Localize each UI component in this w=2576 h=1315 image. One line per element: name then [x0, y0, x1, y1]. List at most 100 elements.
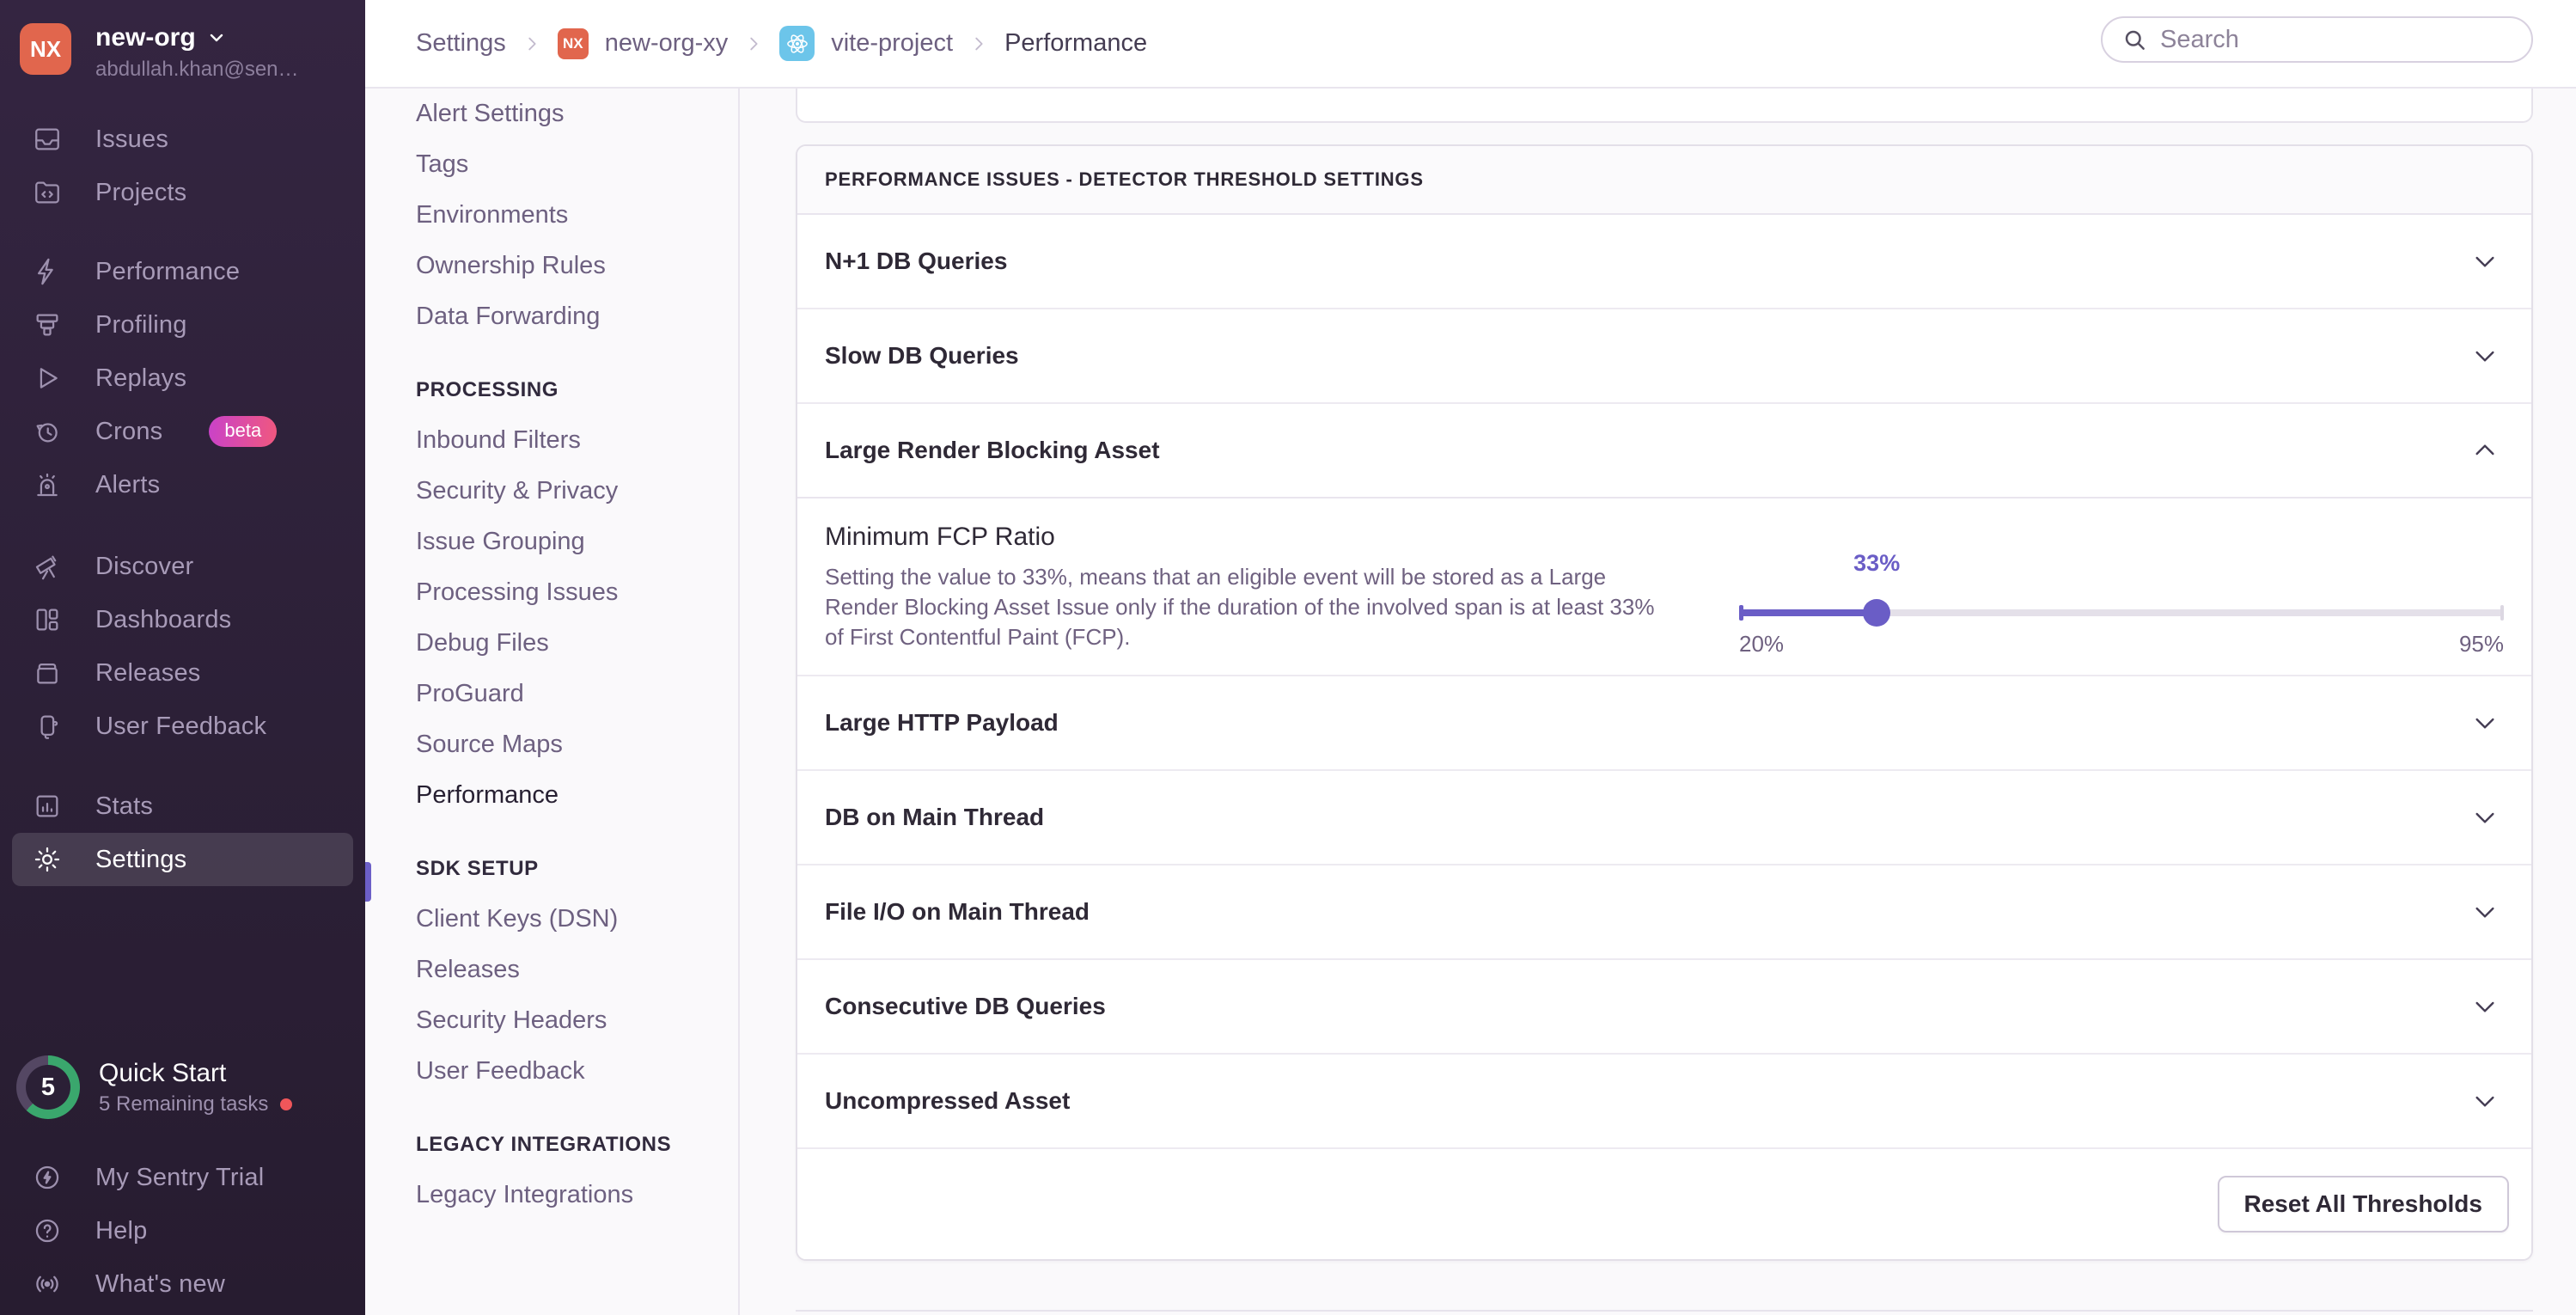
- row-db-on-main-thread[interactable]: DB on Main Thread: [797, 771, 2531, 865]
- settings-nav-section-sdk-setup: SDK SETUP: [416, 857, 539, 880]
- broadcast-icon: [33, 1269, 62, 1299]
- search-placeholder: Search: [2160, 25, 2239, 53]
- slider-value-label: 33%: [1853, 550, 1901, 576]
- settings-nav-section-processing: PROCESSING: [416, 378, 559, 401]
- notification-dot: [280, 1098, 293, 1110]
- sidebar-item-label: Alerts: [95, 470, 161, 498]
- sidebar-item-projects[interactable]: Projects: [0, 166, 365, 219]
- row-n-plus-one-db-queries[interactable]: N+1 DB Queries: [797, 215, 2531, 309]
- sidebar-item-issues[interactable]: Issues: [0, 113, 365, 166]
- gear-icon: [33, 845, 62, 874]
- sidebar-item-label: Performance: [95, 257, 241, 285]
- chevron-down-icon[interactable]: [2471, 1087, 2499, 1115]
- react-logo-icon: [786, 34, 808, 53]
- breadcrumb-project[interactable]: vite-project: [831, 29, 953, 58]
- sidebar-item-label: Crons: [95, 417, 163, 445]
- scrolled-card-bottom: [796, 89, 2533, 123]
- settings-nav-user-feedback[interactable]: User Feedback: [365, 1046, 738, 1097]
- reset-all-thresholds-button[interactable]: Reset All Thresholds: [2217, 1176, 2509, 1232]
- org-avatar: NX: [20, 23, 71, 75]
- breadcrumb-org[interactable]: new-org-xy: [605, 29, 728, 58]
- play-icon: [33, 364, 62, 393]
- slider-min-label: 20%: [1739, 631, 1785, 657]
- settings-nav-client-keys[interactable]: Client Keys (DSN): [365, 894, 738, 945]
- sidebar-item-stats[interactable]: Stats: [0, 780, 365, 833]
- profiling-icon: [33, 310, 62, 339]
- sidebar-item-replays[interactable]: Replays: [0, 352, 365, 405]
- row-consecutive-db-queries[interactable]: Consecutive DB Queries: [797, 960, 2531, 1055]
- search-input[interactable]: Search: [2101, 16, 2533, 63]
- row-label: Large HTTP Payload: [825, 709, 1059, 736]
- chevron-down-icon[interactable]: [2471, 342, 2499, 370]
- chevron-down-icon[interactable]: [2471, 248, 2499, 275]
- large-render-blocking-asset-settings: Minimum FCP Ratio Setting the value to 3…: [797, 498, 2531, 676]
- sidebar-item-user-feedback[interactable]: User Feedback: [0, 700, 365, 753]
- chevron-down-icon[interactable]: [2471, 804, 2499, 831]
- chevron-down-icon[interactable]: [2471, 993, 2499, 1020]
- quickstart-subtitle: 5 Remaining tasks: [99, 1092, 269, 1116]
- sidebar-item-crons[interactable]: Crons beta: [0, 405, 365, 458]
- settings-nav-legacy-integrations[interactable]: Legacy Integrations: [365, 1170, 738, 1220]
- sidebar-item-dashboards[interactable]: Dashboards: [0, 593, 365, 646]
- chevron-up-icon[interactable]: [2471, 437, 2499, 464]
- slider-thumb[interactable]: [1863, 599, 1891, 627]
- row-large-http-payload[interactable]: Large HTTP Payload: [797, 676, 2531, 771]
- settings-nav-issue-grouping[interactable]: Issue Grouping: [365, 517, 738, 567]
- org-name: new-org: [95, 23, 196, 52]
- chevron-right-icon: [528, 37, 536, 50]
- sidebar-item-label: Dashboards: [95, 605, 232, 633]
- settings-nav-section-legacy: LEGACY INTEGRATIONS: [416, 1133, 672, 1156]
- row-file-io-on-main-thread[interactable]: File I/O on Main Thread: [797, 865, 2531, 960]
- org-switcher[interactable]: NX new-org abdullah.khan@sen…: [0, 0, 365, 82]
- quickstart-widget[interactable]: 5 Quick Start 5 Remaining tasks: [16, 1055, 293, 1119]
- row-label: DB on Main Thread: [825, 804, 1045, 830]
- setting-description: Setting the value to 33%, means that an …: [825, 564, 1655, 650]
- chevron-down-icon: [210, 34, 223, 42]
- sidebar-item-releases[interactable]: Releases: [0, 646, 365, 700]
- settings-nav-security-headers[interactable]: Security Headers: [365, 995, 738, 1046]
- sidebar-item-whats-new[interactable]: What's new: [0, 1257, 365, 1311]
- settings-nav-proguard[interactable]: ProGuard: [365, 669, 738, 719]
- settings-nav-performance[interactable]: Performance: [365, 770, 738, 821]
- settings-nav-releases[interactable]: Releases: [365, 945, 738, 995]
- row-large-render-blocking-asset[interactable]: Large Render Blocking Asset: [797, 404, 2531, 498]
- row-uncompressed-asset[interactable]: Uncompressed Asset: [797, 1055, 2531, 1149]
- fcp-ratio-slider[interactable]: 33% 20% 95%: [1739, 528, 2504, 674]
- settings-nav-data-forwarding[interactable]: Data Forwarding: [365, 291, 738, 342]
- sidebar-item-help[interactable]: Help: [0, 1204, 365, 1257]
- sidebar-item-label: Replays: [95, 364, 187, 392]
- settings-nav-source-maps[interactable]: Source Maps: [365, 719, 738, 770]
- settings-nav-security-privacy[interactable]: Security & Privacy: [365, 466, 738, 517]
- main-sidebar: NX new-org abdullah.khan@sen… Issues Pro…: [0, 0, 365, 1315]
- quickstart-count: 5: [26, 1065, 70, 1110]
- settings-nav-environments[interactable]: Environments: [365, 190, 738, 241]
- breadcrumb: Settings NX new-org-xy vite-project Perf…: [416, 0, 1147, 87]
- sidebar-item-label: User Feedback: [95, 712, 267, 740]
- settings-nav-inbound-filters[interactable]: Inbound Filters: [365, 415, 738, 466]
- settings-nav-ownership-rules[interactable]: Ownership Rules: [365, 241, 738, 291]
- settings-nav-alert-settings[interactable]: Alert Settings: [365, 89, 738, 139]
- settings-nav: Alert Settings Tags Environments Ownersh…: [365, 89, 740, 1315]
- chevron-down-icon[interactable]: [2471, 709, 2499, 737]
- sidebar-item-performance[interactable]: Performance: [0, 245, 365, 298]
- slider-max-label: 95%: [2458, 631, 2504, 657]
- quickstart-title: Quick Start: [99, 1058, 227, 1087]
- sidebar-item-discover[interactable]: Discover: [0, 540, 365, 593]
- main-content: PERFORMANCE ISSUES - DETECTOR THRESHOLD …: [740, 89, 2576, 1315]
- detector-threshold-panel: PERFORMANCE ISSUES - DETECTOR THRESHOLD …: [796, 144, 2533, 1261]
- settings-nav-debug-files[interactable]: Debug Files: [365, 618, 738, 669]
- settings-nav-processing-issues[interactable]: Processing Issues: [365, 567, 738, 618]
- breadcrumb-page: Performance: [1004, 29, 1148, 57]
- sidebar-item-settings[interactable]: Settings: [12, 833, 353, 886]
- sidebar-item-label: My Sentry Trial: [95, 1163, 265, 1191]
- row-label: File I/O on Main Thread: [825, 898, 1090, 925]
- sidebar-item-alerts[interactable]: Alerts: [0, 458, 365, 511]
- dashboard-grid-icon: [33, 605, 62, 634]
- sidebar-item-my-sentry-trial[interactable]: My Sentry Trial: [0, 1151, 365, 1204]
- settings-nav-tags[interactable]: Tags: [365, 139, 738, 190]
- chevron-down-icon[interactable]: [2471, 898, 2499, 926]
- sidebar-item-label: Settings: [95, 845, 187, 873]
- row-slow-db-queries[interactable]: Slow DB Queries: [797, 309, 2531, 404]
- breadcrumb-settings[interactable]: Settings: [416, 29, 506, 58]
- sidebar-item-profiling[interactable]: Profiling: [0, 298, 365, 352]
